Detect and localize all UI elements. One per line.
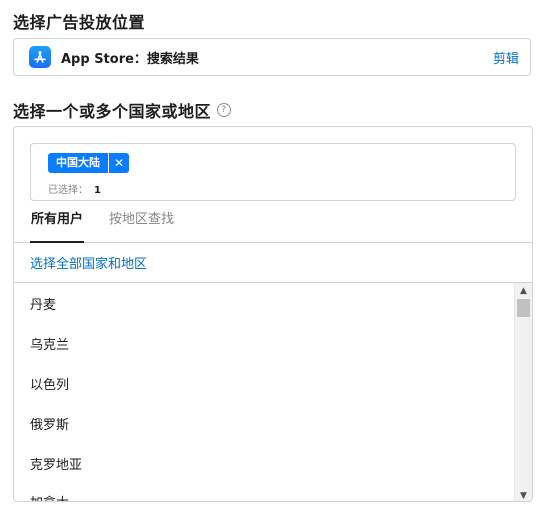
- list-item[interactable]: 克罗地亚: [30, 454, 82, 473]
- placement-label: App Store：搜索结果: [61, 51, 199, 67]
- list-item[interactable]: 加拿大: [30, 492, 69, 501]
- scroll-down-icon[interactable]: ▼: [515, 489, 532, 501]
- tab-all-users[interactable]: 所有用户: [30, 211, 85, 243]
- country-title-text: 选择一个或多个国家或地区: [13, 102, 212, 121]
- selected-count-value: 1: [94, 185, 101, 196]
- select-all-link[interactable]: 选择全部国家和地区: [30, 253, 147, 272]
- placement-section-title: 选择广告投放位置: [13, 13, 146, 32]
- tab-by-region[interactable]: 按地区查找: [109, 211, 174, 241]
- selected-count: 已选择： 1: [48, 181, 101, 196]
- edit-placement-link[interactable]: 剪辑: [493, 48, 519, 67]
- selected-count-label: 已选择：: [48, 185, 88, 196]
- list-item[interactable]: 丹麦: [30, 294, 56, 313]
- country-section-title: 选择一个或多个国家或地区 ?: [13, 98, 232, 122]
- country-tabs: 所有用户 按地区查找: [14, 211, 532, 243]
- selected-countries-box: 中国大陆 ✕ 已选择： 1: [30, 143, 516, 201]
- country-list: 丹麦 乌克兰 以色列 俄罗斯 克罗地亚 加拿大 ▲ ▼: [14, 282, 532, 501]
- selected-country-chip: 中国大陆 ✕: [48, 153, 129, 173]
- scroll-up-icon[interactable]: ▲: [515, 284, 532, 298]
- country-panel: 中国大陆 ✕ 已选择： 1 所有用户 按地区查找 选择全部国家和地区 丹麦 乌克兰…: [13, 126, 533, 502]
- list-item[interactable]: 俄罗斯: [30, 414, 69, 433]
- page: 选择广告投放位置 App Store：搜索结果 剪辑 选择一个或多个国家或地区 …: [0, 0, 541, 527]
- chip-label: 中国大陆: [56, 156, 100, 169]
- chip-remove-icon[interactable]: ✕: [108, 153, 129, 173]
- help-icon[interactable]: ?: [217, 103, 232, 117]
- list-item[interactable]: 乌克兰: [30, 334, 69, 353]
- app-store-icon: [29, 46, 51, 68]
- scroll-thumb[interactable]: [517, 299, 530, 317]
- list-item[interactable]: 以色列: [30, 374, 69, 393]
- list-scrollbar[interactable]: ▲ ▼: [514, 283, 532, 501]
- placement-box: App Store：搜索结果 剪辑: [13, 38, 531, 76]
